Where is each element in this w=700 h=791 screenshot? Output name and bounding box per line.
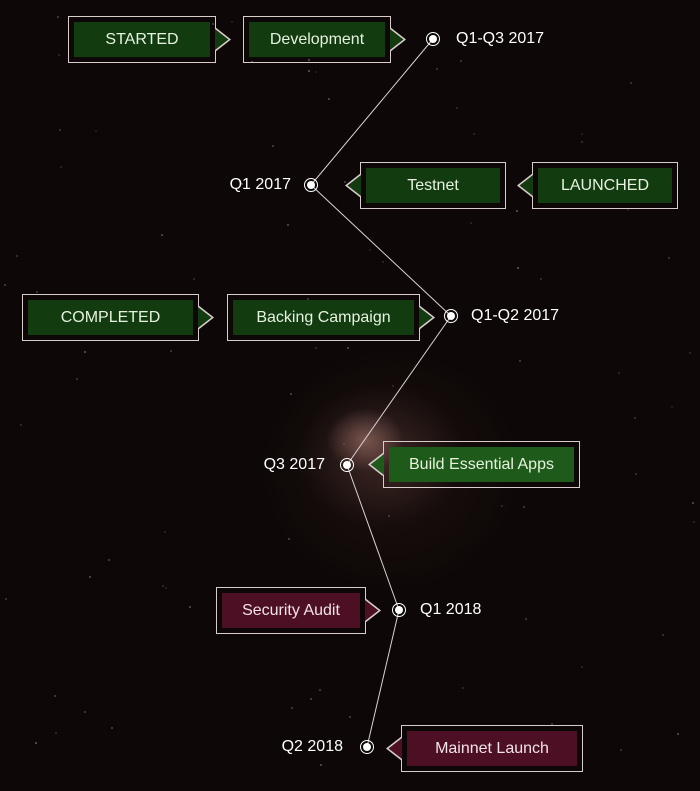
milestone-date: Q1-Q2 2017 <box>471 307 560 324</box>
task-testnet[interactable]: Testnet <box>360 162 506 209</box>
node-dot-icon <box>363 743 371 751</box>
status-badge-launched: LAUNCHED <box>532 162 678 209</box>
node-dot-icon <box>307 181 315 189</box>
milestone-date: Q1-Q3 2017 <box>456 30 545 47</box>
timeline-path <box>310 38 452 748</box>
node-dot-icon <box>447 312 455 320</box>
timeline-node[interactable] <box>304 178 318 192</box>
timeline-node[interactable] <box>360 740 374 754</box>
timeline-node[interactable] <box>426 32 440 46</box>
task-mainnet-launch[interactable]: Mainnet Launch <box>401 725 583 772</box>
timeline-node[interactable] <box>392 603 406 617</box>
timeline-node[interactable] <box>340 458 354 472</box>
task-backing-campaign[interactable]: Backing Campaign <box>227 294 420 341</box>
timeline-node[interactable] <box>444 309 458 323</box>
status-badge-started: STARTED <box>68 16 216 63</box>
node-dot-icon <box>429 35 437 43</box>
node-dot-icon <box>395 606 403 614</box>
node-dot-icon <box>343 461 351 469</box>
status-badge-completed: COMPLETED <box>22 294 199 341</box>
task-security-audit[interactable]: Security Audit <box>216 587 366 634</box>
timeline-segment <box>366 609 400 748</box>
milestone-date: Q1 2018 <box>420 601 482 618</box>
milestone-date: Q3 2017 <box>263 456 325 473</box>
milestone-date: Q1 2017 <box>229 176 291 193</box>
task-build-essential-apps[interactable]: Build Essential Apps <box>383 441 580 488</box>
milestone-date: Q2 2018 <box>281 738 343 755</box>
task-development[interactable]: Development <box>243 16 391 63</box>
